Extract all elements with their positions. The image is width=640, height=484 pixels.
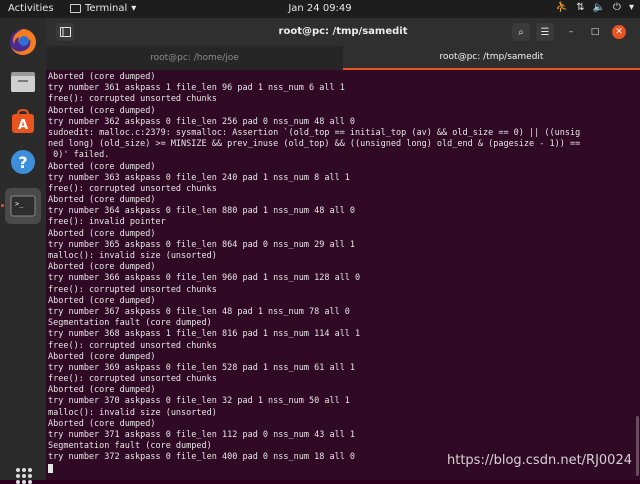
terminal-line: free(): corrupted unsorted chunks: [48, 94, 217, 105]
terminal-line: try number 370 askpass 0 file_len 32 pad…: [48, 396, 350, 407]
terminal-line: try number 366 askpass 0 file_len 960 pa…: [48, 273, 361, 284]
hamburger-icon: ☰: [540, 26, 550, 38]
terminal-line: free(): corrupted unsorted chunks: [48, 183, 217, 194]
dock-terminal[interactable]: >_: [5, 188, 41, 224]
search-button[interactable]: ⌕: [512, 23, 530, 41]
menu-button[interactable]: ☰: [536, 23, 554, 41]
terminal-icon: [70, 4, 81, 13]
terminal-line: Aborted (core dumped): [48, 228, 156, 239]
terminal-line: free(): corrupted unsorted chunks: [48, 284, 217, 295]
terminal-line: Aborted (core dumped): [48, 161, 156, 172]
terminal-line: ned long) (old_size) >= MINSIZE && prev_…: [48, 139, 581, 150]
terminal-line: Aborted (core dumped): [48, 262, 156, 273]
top-bar: Activities Terminal ▾ Jan 24 09:49 ⛹ ⇅ 🔈…: [0, 0, 640, 18]
caret-down-icon: ▾: [131, 3, 137, 14]
terminal-line: 0)' failed.: [48, 150, 110, 161]
terminal-line: try number 363 askpass 0 file_len 240 pa…: [48, 172, 350, 183]
terminal-line: Aborted (core dumped): [48, 295, 156, 306]
terminal-icon: >_: [10, 195, 36, 217]
new-tab-button[interactable]: [56, 23, 74, 41]
terminal-line: try number 365 askpass 0 file_len 864 pa…: [48, 239, 356, 250]
terminal-line: try number 361 askpass 1 file_len 96 pad…: [48, 83, 345, 94]
files-icon: [11, 72, 35, 92]
terminal-line: try number 368 askpass 1 file_len 816 pa…: [48, 329, 361, 340]
activities-button[interactable]: Activities: [8, 3, 54, 14]
terminal-line: try number 364 askpass 0 file_len 880 pa…: [48, 206, 356, 217]
terminal-line: malloc(): invalid size (unsorted): [48, 407, 217, 418]
window-title: root@pc: /tmp/samedit: [278, 26, 408, 37]
terminal-line: sudoedit: malloc.c:2379: sysmalloc: Asse…: [48, 127, 581, 138]
terminal-output[interactable]: Aborted (core dumped) try number 361 askp…: [48, 72, 634, 478]
terminal-line: Aborted (core dumped): [48, 72, 156, 82]
tab-label: root@pc: /home/joe: [150, 53, 239, 63]
new-tab-icon: [59, 27, 71, 37]
dock-software[interactable]: A: [5, 104, 41, 140]
svg-text:?: ?: [18, 153, 27, 172]
power-icon[interactable]: ⏻: [613, 2, 621, 13]
software-center-icon: A: [12, 108, 34, 133]
terminal-line: Aborted (core dumped): [48, 385, 156, 396]
terminal-line: free(): corrupted unsorted chunks: [48, 374, 217, 385]
accessibility-icon[interactable]: ⛹: [556, 2, 568, 13]
dock: A ? >_: [0, 18, 46, 484]
volume-icon[interactable]: 🔈: [593, 2, 605, 13]
watermark: https://blog.csdn.net/RJ0024: [446, 453, 632, 468]
cursor: [48, 463, 53, 473]
search-icon: ⌕: [518, 26, 524, 38]
svg-text:>_: >_: [15, 200, 24, 208]
scrollbar-thumb[interactable]: [636, 416, 639, 476]
svg-text:A: A: [18, 118, 28, 133]
terminal-window: root@pc: /tmp/samedit ⌕ ☰ – □ ✕ root@pc:…: [46, 18, 640, 480]
terminal-line: Aborted (core dumped): [48, 105, 156, 116]
terminal-line: malloc(): invalid size (unsorted): [48, 251, 217, 261]
help-icon: ?: [11, 150, 35, 174]
dock-firefox[interactable]: [5, 24, 41, 60]
terminal-line: try number 369 askpass 0 file_len 528 pa…: [48, 362, 356, 373]
terminal-line: Aborted (core dumped): [48, 195, 156, 206]
terminal-line: Aborted (core dumped): [48, 418, 156, 429]
system-tray[interactable]: ⛹ ⇅ 🔈 ⏻ ▾: [556, 2, 634, 13]
close-button[interactable]: ✕: [612, 25, 626, 39]
terminal-line: Segmentation fault (core dumped): [48, 318, 212, 329]
app-menu-label: Terminal: [85, 3, 128, 14]
header-bar: root@pc: /tmp/samedit ⌕ ☰ – □ ✕: [46, 18, 640, 46]
minimize-button[interactable]: –: [564, 25, 578, 39]
app-menu[interactable]: Terminal ▾: [70, 3, 136, 14]
tab-home-joe[interactable]: root@pc: /home/joe: [46, 46, 343, 70]
terminal-line: free(): invalid pointer: [48, 217, 166, 228]
maximize-icon: □: [590, 27, 600, 37]
dock-help[interactable]: ?: [5, 144, 41, 180]
maximize-button[interactable]: □: [588, 25, 602, 39]
show-applications-icon[interactable]: [16, 468, 32, 484]
running-indicator: [1, 204, 4, 207]
network-icon[interactable]: ⇅: [576, 2, 584, 13]
firefox-icon: [10, 29, 36, 55]
system-menu-caret-icon[interactable]: ▾: [629, 2, 634, 13]
terminal-line: Aborted (core dumped): [48, 351, 156, 362]
clock[interactable]: Jan 24 09:49: [288, 3, 351, 14]
terminal-line: try number 371 askpass 0 file_len 112 pa…: [48, 430, 356, 440]
tab-samedit[interactable]: root@pc: /tmp/samedit: [343, 46, 640, 70]
terminal-line: Segmentation fault (core dumped): [48, 441, 212, 452]
terminal-line: free(): corrupted unsorted chunks: [48, 340, 217, 351]
minimize-icon: –: [568, 27, 574, 37]
terminal-line: try number 367 askpass 0 file_len 48 pad…: [48, 306, 350, 317]
close-icon: ✕: [615, 27, 623, 37]
scrollbar[interactable]: [636, 72, 639, 478]
tab-bar: root@pc: /home/joe root@pc: /tmp/samedit: [46, 46, 640, 70]
dock-files[interactable]: [5, 64, 41, 100]
terminal-line: try number 362 askpass 0 file_len 256 pa…: [48, 116, 356, 127]
tab-label: root@pc: /tmp/samedit: [439, 52, 544, 62]
